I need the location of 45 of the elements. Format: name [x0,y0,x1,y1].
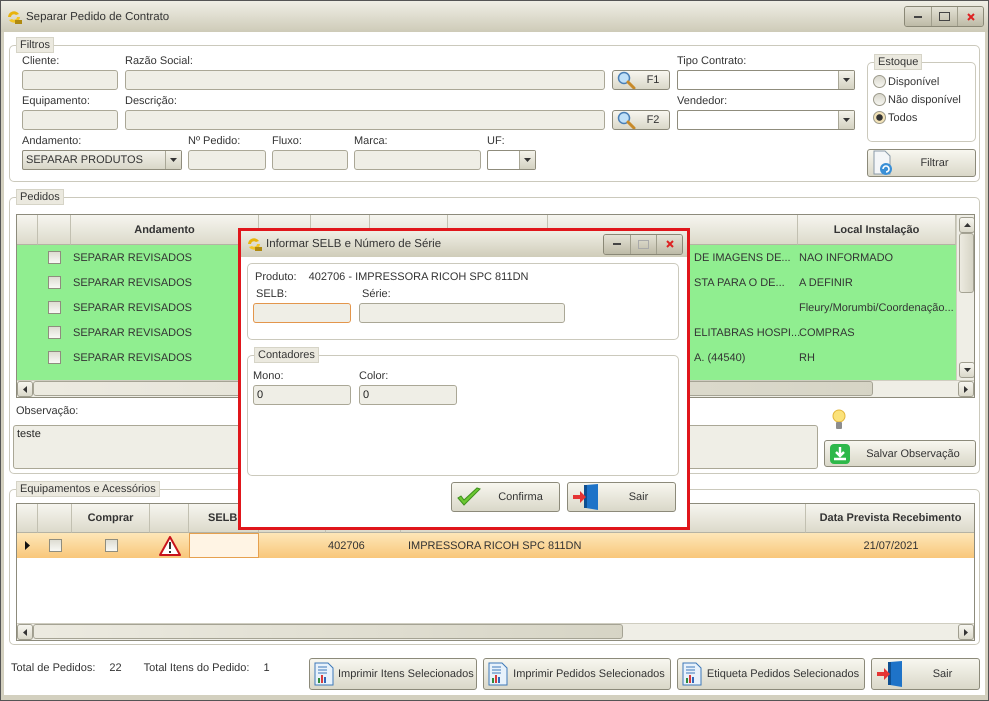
dialog-title: Informar SELB e Número de Série [266,238,442,250]
field-label: Vendedor: [677,94,728,109]
group-title: Contadores [254,347,319,363]
field-label: Andamento: [22,134,82,149]
group-title: Pedidos [16,189,64,205]
table-cell-text: NAO INFORMADO [798,250,894,266]
field-label: Tipo Contrato: [677,54,748,69]
total-label: Total de Pedidos: [11,662,96,674]
field-label: Série: [361,287,392,302]
table-cell-text: ELITABRAS HOSPI... [693,326,798,340]
total-value: 1 [263,662,270,674]
table-cell-text: COMPRAS [799,326,856,340]
field-label: SELB: [255,287,288,302]
window-title: Separar Pedido de Contrato [26,10,170,22]
table-cell-text: SEPARAR REVISADOS [72,300,193,316]
field-label: Mono: [253,369,285,384]
field-label: Descrição: [125,94,178,109]
field-label: Equipamento: [22,94,91,109]
field-label: Marca: [354,134,389,149]
group-title: Estoque [874,54,922,70]
table-cell-text: 402706 [327,538,366,554]
table-cell-text: SEPARAR REVISADOS [72,250,193,266]
field-label: Razão Social: [125,54,194,69]
field-label: Color: [359,369,390,384]
field-label: Nº Pedido: [188,134,242,149]
table-cell-text: RH [798,350,816,366]
field-label: Observação: [16,404,80,419]
table-cell-text: DE IMAGENS DE... [693,250,792,266]
table-cell-text: STA PARA O DE... [693,276,786,290]
table-cell-text: A. (44540) [693,350,746,366]
total-value: 22 [109,662,122,674]
total-label: Total Itens do Pedido: [144,662,250,674]
field-label: Produto: [255,271,297,283]
product-name: 402706 - IMPRESSORA RICOH SPC 811DN [308,271,528,283]
table-cell-text: SEPARAR REVISADOS [72,350,193,366]
field-label: Cliente: [22,54,60,69]
table-cell-text: IMPRESSORA RICOH SPC 811DN [407,538,582,554]
table-cell-text: SEPARAR REVISADOS [72,326,193,340]
group-title: Filtros [16,37,54,53]
table-cell-text: 21/07/2021 [862,538,920,554]
group-title: Equipamentos e Acessórios [16,481,160,497]
table-cell-text: Fleury/Morumbi/Coordenação... [798,300,955,316]
field-label: Fluxo: [272,134,303,149]
table-cell-text: A DEFINIR [798,276,854,290]
field-label: UF: [487,134,506,149]
